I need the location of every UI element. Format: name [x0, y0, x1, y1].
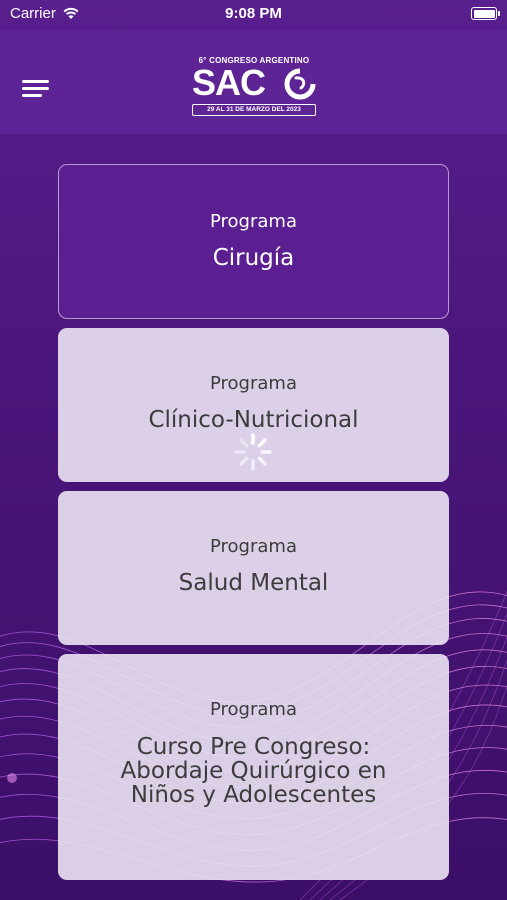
- logo-name: SAC: [192, 62, 266, 103]
- program-card-kicker: Programa: [210, 373, 297, 394]
- congress-logo: 6° CONGRESO ARGENTINO SAC 29 AL 31 DE MA…: [190, 56, 318, 122]
- clock: 9:08 PM: [225, 5, 282, 22]
- program-card-title: Cirugía: [212, 245, 295, 271]
- logo-dates: 29 AL 31 DE MARZO DEL 2023: [192, 104, 316, 116]
- activity-spinner-icon: [234, 433, 272, 471]
- logo-mark-icon: [284, 68, 316, 100]
- program-card-salud-mental[interactable]: Programa Salud Mental: [58, 491, 449, 645]
- program-card-kicker: Programa: [210, 536, 297, 557]
- hamburger-menu-icon: [22, 80, 49, 83]
- program-card-curso-pre-congreso[interactable]: Programa Curso Pre Congreso: Abordaje Qu…: [58, 654, 449, 880]
- app-screen: Carrier 9:08 PM 6° CONGRESO ARGENTINO SA…: [0, 0, 507, 900]
- menu-button[interactable]: [22, 78, 50, 100]
- program-card-title: Clínico-Nutricional: [148, 407, 359, 433]
- menu-line: [22, 87, 49, 90]
- menu-line: [22, 94, 42, 97]
- battery-icon: [471, 7, 500, 20]
- program-card-title: Curso Pre Congreso: Abordaje Quirúrgico …: [120, 734, 387, 808]
- program-card-title: Salud Mental: [178, 570, 329, 596]
- program-card-kicker: Programa: [210, 699, 297, 720]
- status-bar: Carrier 9:08 PM: [0, 0, 507, 30]
- program-card-kicker: Programa: [210, 211, 297, 232]
- program-card-cirugia[interactable]: Programa Cirugía: [58, 164, 449, 319]
